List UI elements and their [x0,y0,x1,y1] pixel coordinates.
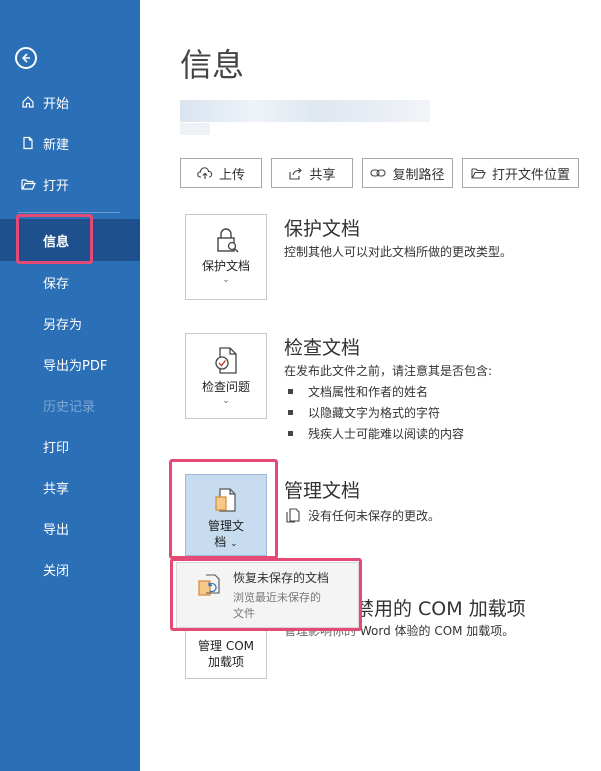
share-icon [288,167,303,180]
share-label: 共享 [309,167,336,183]
sidebar-item-open[interactable]: 打开 [0,164,140,204]
new-document-icon [19,136,37,150]
check-issues-label: 检查问题 [201,380,250,394]
list-item-text: 残疾人士可能难以阅读的内容 [308,427,465,441]
sidebar-divider [18,212,120,213]
sidebar-item-label: 打印 [43,440,70,456]
share-button[interactable]: 共享 [271,158,353,188]
list-item-text: 以隐藏文字为格式的字符 [308,406,441,420]
list-item: 文档属性和作者的姓名 [288,383,428,400]
sidebar-item-label: 导出 [43,522,70,538]
sidebar-item-label: 打开 [43,178,70,194]
protect-section-title: 保护文档 [284,218,361,240]
highlight-box-dropdown [170,558,362,631]
sidebar-item-label: 开始 [43,96,70,112]
sidebar-item-print[interactable]: 打印 [0,426,140,466]
document-status-icon [286,508,300,523]
page-title: 信息 [180,46,245,84]
chevron-down-icon: ⌄ [222,396,230,406]
list-item: 残疾人士可能难以阅读的内容 [288,425,464,442]
sidebar-item-label: 另存为 [43,317,83,333]
manage-section-desc: 没有任何未保存的更改。 [286,507,440,524]
sidebar-item-label: 关闭 [43,563,70,579]
sidebar-item-export-pdf[interactable]: 导出为PDF [0,344,140,384]
sidebar-item-label: 导出为PDF [43,358,108,374]
open-file-location-label: 打开文件位置 [491,167,570,183]
copy-path-label: 复制路径 [392,167,445,183]
protect-document-label: 保护文档 [201,259,250,273]
inspect-section-title: 检查文档 [284,337,361,359]
sidebar-item-share[interactable]: 共享 [0,467,140,507]
com-section-desc-suffix: Word 体验的 COM 加载项。 [359,624,515,638]
list-item-text: 文档属性和作者的姓名 [308,385,429,399]
manage-com-label-line1: 管理 COM [198,639,254,653]
bullet-icon [288,410,293,415]
sidebar-item-close[interactable]: 关闭 [0,549,140,589]
cloud-upload-icon [197,166,213,180]
inspect-section-desc: 在发布此文件之前，请注意其是否包含: [284,364,493,378]
folder-icon [471,167,486,179]
sidebar-item-label: 历史记录 [43,399,96,415]
sidebar-item-label: 共享 [43,481,70,497]
check-issues-button[interactable]: 检查问题 ⌄ [185,333,267,419]
sidebar-item-label: 新建 [43,137,70,153]
manage-section-desc-text: 没有任何未保存的更改。 [308,509,441,523]
backstage-sidebar: 开始 新建 打开 信息 保存 另存为 导出为PDF 历史记录 打印 共享 导出 … [0,0,140,771]
sidebar-item-export[interactable]: 导出 [0,508,140,548]
highlight-box-manage [169,459,278,559]
sidebar-item-save-as[interactable]: 另存为 [0,303,140,343]
sidebar-item-new[interactable]: 新建 [0,123,140,163]
highlight-box-info [16,214,93,264]
open-folder-icon [19,178,37,191]
protect-section-desc: 控制其他人可以对此文档所做的更改类型。 [284,245,513,259]
bullet-icon [288,389,293,394]
home-icon [19,95,37,109]
open-file-location-button[interactable]: 打开文件位置 [462,158,579,188]
sidebar-item-history: 历史记录 [0,385,140,425]
upload-button[interactable]: 上传 [180,158,262,188]
blurred-file-path-extra [180,123,210,135]
lock-icon [211,225,241,258]
sidebar-item-home[interactable]: 开始 [0,82,140,122]
com-section-title: 已禁用的 COM 加载项 [336,598,526,620]
list-item: 以隐藏文字为格式的字符 [288,404,440,421]
sidebar-item-label: 保存 [43,276,70,292]
back-arrow-icon[interactable] [15,47,37,69]
blurred-file-path [180,100,430,122]
upload-label: 上传 [218,167,245,183]
sidebar-item-save[interactable]: 保存 [0,262,140,302]
chevron-down-icon: ⌄ [222,275,230,285]
manage-section-title: 管理文档 [284,480,361,502]
bullet-icon [288,431,293,436]
copy-path-button[interactable]: 复制路径 [362,158,453,188]
manage-com-label-line2: 加载项 [207,655,244,669]
link-icon [370,167,387,179]
protect-document-button[interactable]: 保护文档 ⌄ [185,214,267,300]
inspect-document-icon [212,346,240,379]
